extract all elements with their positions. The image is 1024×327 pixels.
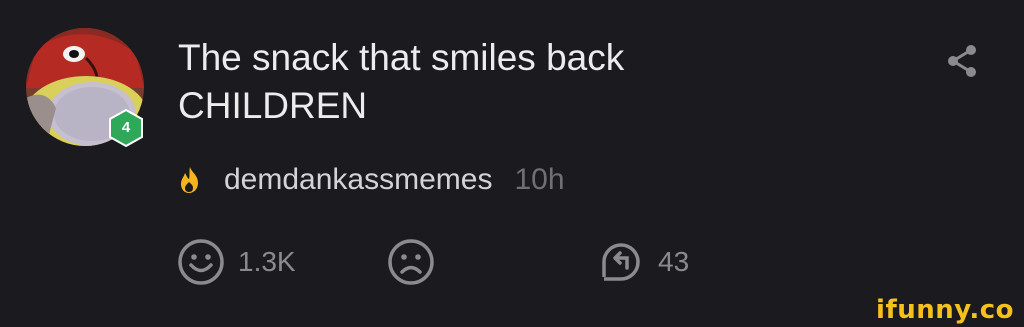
unsmile-button[interactable]: [386, 234, 436, 290]
ifunny-watermark: ifunny.co: [876, 295, 1014, 325]
post-actions-bar: 1.3K 43: [0, 234, 1024, 290]
share-button[interactable]: [940, 40, 984, 84]
smiles-count: 1.3K: [238, 246, 296, 277]
share-icon: [948, 45, 976, 77]
post-title-line-1: The snack that smiles back: [178, 37, 625, 78]
post-timestamp: 10h: [514, 163, 565, 196]
author-username[interactable]: demdankassmemes: [224, 163, 492, 197]
author-level-number: 4: [121, 119, 131, 136]
repub-count: 43: [658, 246, 690, 277]
post-title: The snack that smiles back CHILDREN: [178, 34, 878, 130]
smile-button[interactable]: 1.3K: [176, 234, 296, 290]
post-meta: demdankassmemes 10h: [174, 160, 565, 200]
author-avatar-container[interactable]: 4: [24, 26, 146, 148]
post-title-line-2: CHILDREN: [178, 85, 368, 126]
author-level-badge: 4: [106, 108, 146, 148]
repub-icon: [602, 243, 640, 281]
repub-button[interactable]: 43: [596, 234, 689, 290]
smiley-face-icon: [178, 239, 224, 285]
sad-face-icon: [388, 239, 434, 285]
fire-icon: [181, 167, 198, 193]
